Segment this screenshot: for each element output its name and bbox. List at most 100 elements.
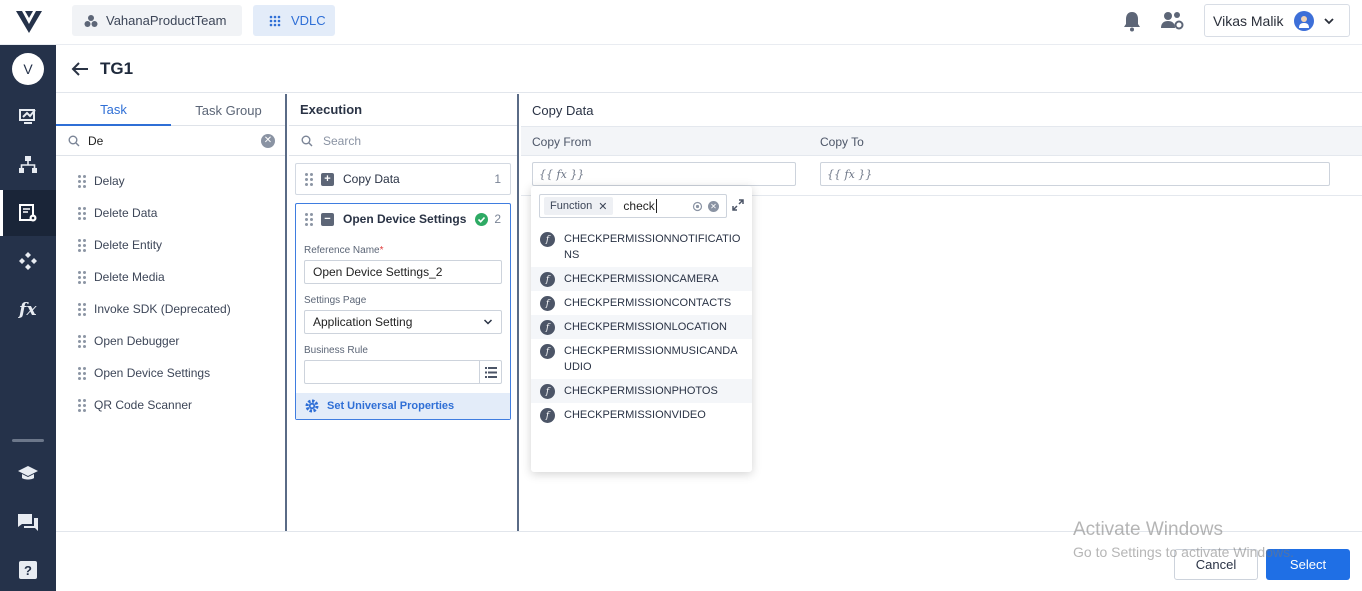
svg-text:fx: fx bbox=[18, 300, 37, 319]
expand-icon[interactable]: + bbox=[321, 172, 334, 186]
nav-chat[interactable] bbox=[0, 499, 56, 545]
settings-page-select[interactable]: Application Setting bbox=[304, 310, 502, 334]
drag-handle-icon[interactable] bbox=[78, 271, 86, 284]
task-item[interactable]: Delete Data bbox=[56, 197, 285, 229]
nav-tasks[interactable] bbox=[0, 190, 56, 236]
drag-handle-icon[interactable] bbox=[78, 335, 86, 348]
function-icon: f bbox=[540, 320, 555, 335]
remove-tag-icon[interactable]: ✕ bbox=[598, 200, 607, 213]
copy-data-title: Copy Data bbox=[532, 102, 594, 118]
app-name: VDLC bbox=[291, 13, 326, 28]
function-result-item[interactable]: f CHECKPERMISSIONLOCATION bbox=[531, 315, 752, 339]
reference-name-field[interactable]: Open Device Settings_2 bbox=[304, 260, 502, 284]
task-item[interactable]: Open Device Settings bbox=[56, 357, 285, 389]
task-item[interactable]: Delay bbox=[56, 165, 285, 197]
card-name: Copy Data bbox=[343, 172, 400, 186]
collapse-icon[interactable]: − bbox=[321, 212, 334, 226]
nav-learning[interactable] bbox=[0, 451, 56, 497]
function-result-item[interactable]: f CHECKPERMISSIONCONTACTS bbox=[531, 291, 752, 315]
function-search-input[interactable]: Function ✕ check ✕ bbox=[539, 194, 727, 218]
card-header[interactable]: − Open Device Settings 2 bbox=[296, 204, 510, 234]
drag-handle-icon[interactable] bbox=[78, 367, 86, 380]
task-search-input[interactable]: De ✕ bbox=[56, 126, 285, 156]
nav-functions[interactable]: fx bbox=[0, 286, 56, 332]
universal-label: Set Universal Properties bbox=[327, 400, 455, 412]
function-results-list: f CHECKPERMISSIONNOTIFICATIONS f CHECKPERM… bbox=[531, 227, 752, 427]
copy-from-input[interactable]: {{ fx }} bbox=[532, 162, 796, 186]
user-menu[interactable]: Vikas Malik bbox=[1204, 4, 1350, 37]
function-picker-popup: Function ✕ check ✕ f CHECKPERMISSIONNOTIF… bbox=[531, 186, 752, 472]
function-result-item[interactable]: f CHECKPERMISSIONCAMERA bbox=[531, 267, 752, 291]
search-icon bbox=[301, 135, 313, 146]
function-query: check bbox=[623, 199, 657, 213]
task-list: Delay Delete Data Delete Entity Delete M… bbox=[56, 156, 285, 421]
task-item[interactable]: Delete Entity bbox=[56, 229, 285, 261]
task-item[interactable]: Delete Media bbox=[56, 261, 285, 293]
drag-handle-icon[interactable] bbox=[305, 213, 313, 226]
function-result-item[interactable]: f CHECKPERMISSIONPHOTOS bbox=[531, 379, 752, 403]
back-arrow-icon[interactable] bbox=[70, 59, 90, 79]
task-item[interactable]: QR Code Scanner bbox=[56, 389, 285, 421]
tab-task-group[interactable]: Task Group bbox=[171, 94, 286, 126]
drag-handle-icon[interactable] bbox=[305, 173, 313, 186]
target-icon[interactable] bbox=[692, 201, 703, 212]
set-universal-properties-button[interactable]: Set Universal Properties bbox=[296, 393, 510, 419]
flow-diagram-icon bbox=[19, 156, 37, 173]
cancel-button[interactable]: Cancel bbox=[1174, 549, 1258, 580]
execution-search-placeholder: Search bbox=[323, 133, 362, 148]
footer-bar: Cancel Select bbox=[56, 531, 1362, 591]
drag-handle-icon[interactable] bbox=[78, 303, 86, 316]
execution-search-input[interactable]: Search bbox=[289, 126, 517, 156]
copy-columns-header: Copy From Copy To bbox=[521, 126, 1362, 156]
function-result-item[interactable]: f CHECKPERMISSIONVIDEO bbox=[531, 403, 752, 427]
vahana-logo-icon[interactable] bbox=[14, 8, 44, 36]
rail-divider bbox=[12, 439, 44, 442]
task-panel: Task Task Group De ✕ Delay Delete Data D… bbox=[56, 94, 287, 531]
clear-search-icon[interactable]: ✕ bbox=[261, 134, 275, 148]
function-filter-tag[interactable]: Function ✕ bbox=[544, 197, 614, 215]
clear-query-icon[interactable]: ✕ bbox=[708, 201, 719, 212]
team-icon bbox=[84, 14, 98, 27]
task-tabs: Task Task Group bbox=[56, 94, 285, 126]
rule-list-icon[interactable] bbox=[479, 361, 501, 383]
reference-name-label: Reference Name* bbox=[304, 245, 384, 256]
svg-text:?: ? bbox=[24, 563, 32, 578]
workspace-avatar[interactable]: V bbox=[12, 53, 44, 85]
copy-to-input[interactable]: {{ fx }} bbox=[820, 162, 1330, 186]
left-nav-rail: V fx ? bbox=[0, 45, 56, 591]
function-result-item[interactable]: f CHECKPERMISSIONNOTIFICATIONS bbox=[531, 227, 752, 267]
execution-title: Execution bbox=[289, 94, 517, 126]
manage-users-icon[interactable] bbox=[1160, 10, 1184, 32]
select-button[interactable]: Select bbox=[1266, 549, 1350, 580]
function-icon: fx bbox=[18, 300, 37, 319]
nav-flows[interactable] bbox=[0, 142, 56, 188]
business-rule-field[interactable] bbox=[304, 360, 502, 384]
drag-handle-icon[interactable] bbox=[78, 175, 86, 188]
copy-to-label: Copy To bbox=[820, 135, 864, 149]
user-avatar bbox=[1293, 10, 1314, 31]
card-index: 2 bbox=[494, 212, 501, 226]
app-selector[interactable]: VDLC bbox=[253, 5, 335, 36]
task-item-label: Delete Data bbox=[94, 206, 158, 220]
tab-task[interactable]: Task bbox=[56, 94, 171, 126]
drag-handle-icon[interactable] bbox=[78, 207, 86, 220]
nav-dashboard[interactable] bbox=[0, 94, 56, 140]
valid-check-icon bbox=[475, 213, 488, 226]
bell-icon[interactable] bbox=[1122, 10, 1142, 32]
nav-help[interactable]: ? bbox=[0, 547, 56, 591]
task-item-label: Delete Media bbox=[94, 270, 165, 284]
task-item[interactable]: Invoke SDK (Deprecated) bbox=[56, 293, 285, 325]
copy-from-label: Copy From bbox=[532, 135, 592, 149]
expand-icon[interactable] bbox=[732, 199, 744, 211]
page-header: TG1 bbox=[56, 45, 1362, 93]
page-title: TG1 bbox=[100, 59, 134, 78]
execution-card-copy-data[interactable]: + Copy Data 1 bbox=[295, 163, 511, 195]
task-item[interactable]: Open Debugger bbox=[56, 325, 285, 357]
function-result-item[interactable]: f CHECKPERMISSIONMUSICANDAUDIO bbox=[531, 339, 752, 379]
card-name: Open Device Settings bbox=[343, 212, 467, 226]
task-item-label: Delete Entity bbox=[94, 238, 163, 252]
drag-handle-icon[interactable] bbox=[78, 239, 86, 252]
drag-handle-icon[interactable] bbox=[78, 399, 86, 412]
team-selector[interactable]: VahanaProductTeam bbox=[72, 5, 243, 36]
nav-integrations[interactable] bbox=[0, 238, 56, 284]
